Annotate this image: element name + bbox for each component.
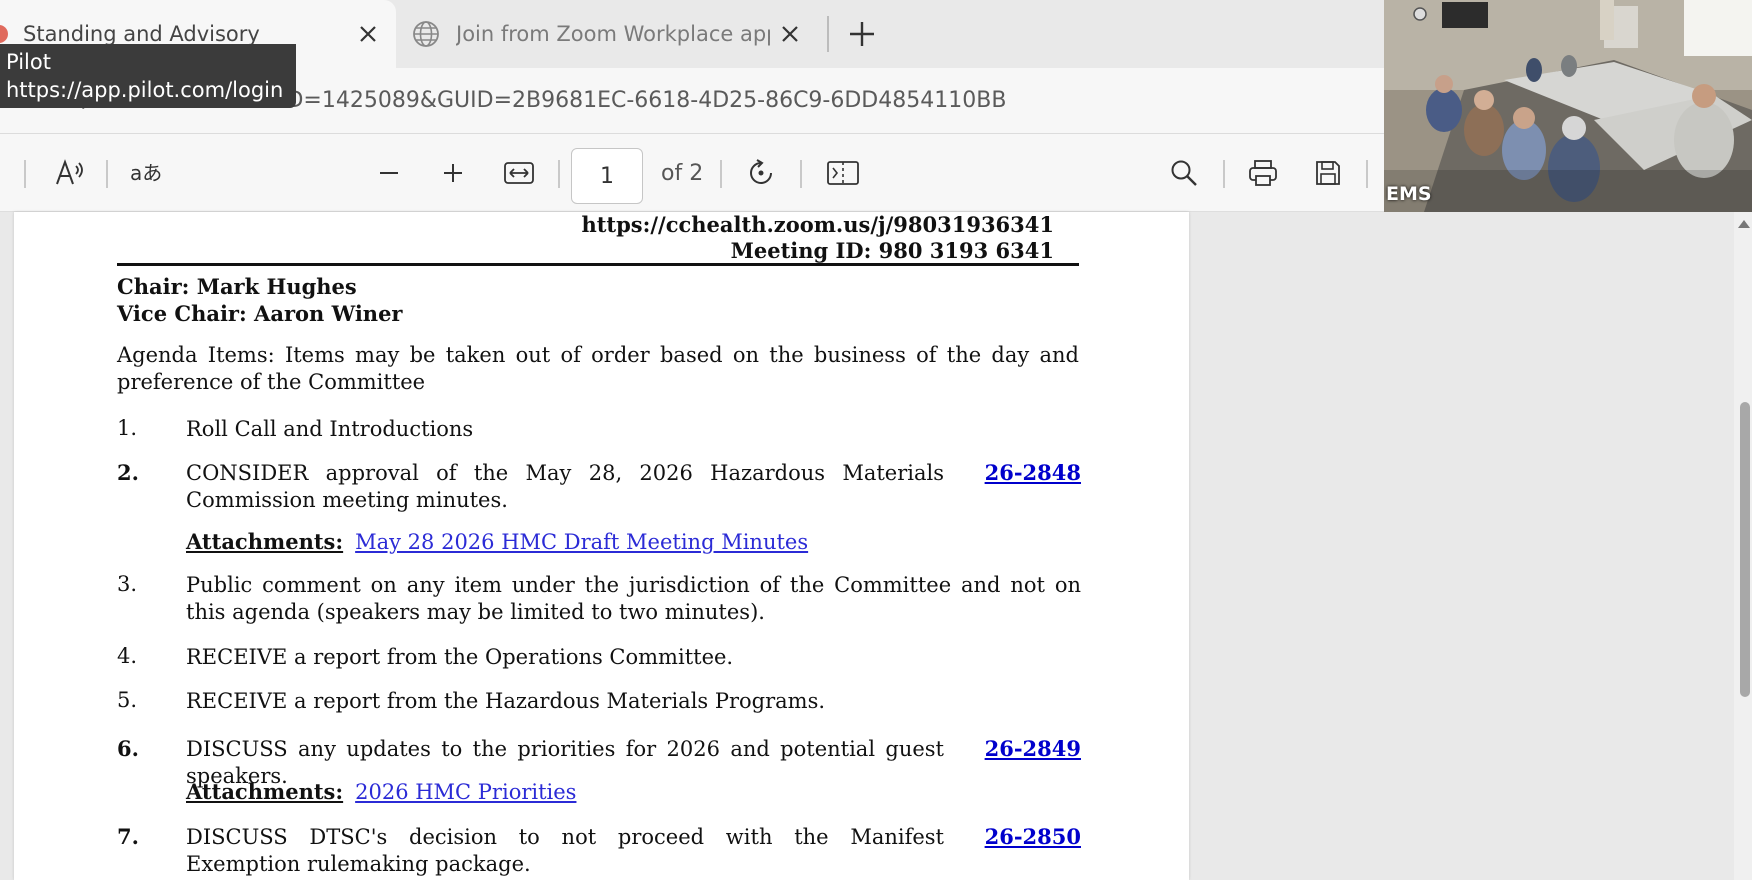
page-number-input[interactable]: 1	[571, 148, 643, 204]
read-aloud-icon[interactable]	[50, 153, 90, 193]
agenda-item-text: Public comment on any item under the jur…	[186, 573, 1081, 624]
tab-separator	[827, 16, 829, 52]
page-total: of 2	[661, 161, 704, 186]
toolbar-separator	[1223, 160, 1225, 188]
tab-title: Join from Zoom Workplace app - Z	[456, 22, 770, 46]
attachment-link[interactable]: May 28 2026 HMC Draft Meeting Minutes	[355, 530, 808, 554]
attachments-row: Attachments: May 28 2026 HMC Draft Meetin…	[186, 528, 808, 556]
tab-title: Standing and Advisory	[23, 22, 260, 46]
file-number-link[interactable]: 26-2849	[985, 736, 1081, 761]
zoom-link[interactable]: https://cchealth.zoom.us/j/98031936341	[581, 212, 1054, 237]
globe-icon	[410, 18, 442, 50]
file-number-link[interactable]: 26-2850	[985, 824, 1081, 849]
svg-text:aあ: aあ	[130, 161, 162, 185]
agenda-item-text: CONSIDER approval of the May 28, 2026 Ha…	[186, 461, 944, 512]
agenda-note: Agenda Items: Items may be taken out of …	[117, 343, 1079, 394]
plus-icon	[850, 22, 874, 46]
file-number-link[interactable]: 26-2848	[985, 460, 1081, 485]
tooltip-title: Pilot	[6, 50, 51, 74]
meeting-room-video-image	[1384, 0, 1752, 212]
attachments-label: Attachments:	[186, 779, 344, 804]
toolbar-separator	[106, 160, 108, 188]
chair-line: Chair: Mark Hughes	[117, 274, 357, 299]
pdf-page: https://cchealth.zoom.us/j/98031936341 M…	[14, 212, 1189, 880]
page-view-icon[interactable]	[826, 153, 860, 193]
agenda-item-text: RECEIVE a report from the Hazardous Mate…	[186, 689, 826, 713]
video-participant-label: EMS	[1386, 183, 1432, 205]
item-number: 7.	[117, 824, 139, 849]
attachment-link[interactable]: 2026 HMC Priorities	[355, 780, 576, 804]
tab-hover-tooltip: Pilot https://app.pilot.com/login	[0, 44, 296, 108]
item-number: 4.	[117, 644, 138, 668]
toolbar-separator	[720, 160, 722, 188]
scroll-up-arrow-icon[interactable]	[1738, 220, 1750, 228]
item-number: 1.	[117, 416, 138, 440]
browser-window: Standing and Advisory Join from Zoom Wor…	[0, 0, 1752, 880]
attachments-label: Attachments:	[186, 529, 344, 554]
search-icon[interactable]	[1168, 153, 1200, 193]
minus-icon	[380, 172, 398, 174]
agenda-item-text: RECEIVE a report from the Operations Com…	[186, 645, 734, 669]
pdf-toolbar: aあ 1 of 2	[0, 134, 1385, 212]
item-number: 2.	[117, 460, 139, 485]
video-feed[interactable]	[1384, 0, 1752, 212]
site-favicon-icon	[0, 25, 8, 43]
vice-chair-line: Vice Chair: Aaron Winer	[117, 301, 403, 326]
toolbar-separator	[24, 160, 26, 188]
attachments-row: Attachments: 2026 HMC Priorities	[186, 778, 576, 806]
tooltip-url: https://app.pilot.com/login	[6, 78, 284, 102]
item-number: 6.	[117, 736, 139, 761]
toolbar-separator	[1366, 160, 1368, 188]
rotate-icon[interactable]	[744, 153, 778, 193]
fit-width-icon[interactable]	[503, 153, 535, 193]
toolbar-separator	[800, 160, 802, 188]
save-icon[interactable]	[1312, 153, 1344, 193]
translate-icon[interactable]: aあ	[128, 153, 168, 193]
agenda-item-text: DISCUSS DTSC's decision to not proceed w…	[186, 825, 944, 876]
agenda-item-text: Roll Call and Introductions	[186, 417, 474, 441]
toolbar-separator	[558, 160, 560, 188]
print-icon[interactable]	[1246, 153, 1280, 193]
close-tab-icon[interactable]	[348, 14, 388, 54]
scrollbar-thumb[interactable]	[1740, 402, 1750, 697]
close-tab-icon[interactable]	[770, 14, 810, 54]
meeting-id: Meeting ID: 980 3193 6341	[730, 238, 1054, 263]
zoom-out-button[interactable]	[374, 153, 404, 193]
plus-icon	[444, 164, 462, 182]
pdf-viewer[interactable]: https://cchealth.zoom.us/j/98031936341 M…	[0, 212, 1752, 880]
header-rule	[117, 263, 1079, 266]
tab-zoom-join[interactable]: Join from Zoom Workplace app - Z	[398, 0, 818, 68]
item-number: 5.	[117, 688, 138, 712]
item-number: 3.	[117, 572, 138, 596]
zoom-in-button[interactable]	[438, 153, 468, 193]
new-tab-button[interactable]	[840, 12, 884, 56]
